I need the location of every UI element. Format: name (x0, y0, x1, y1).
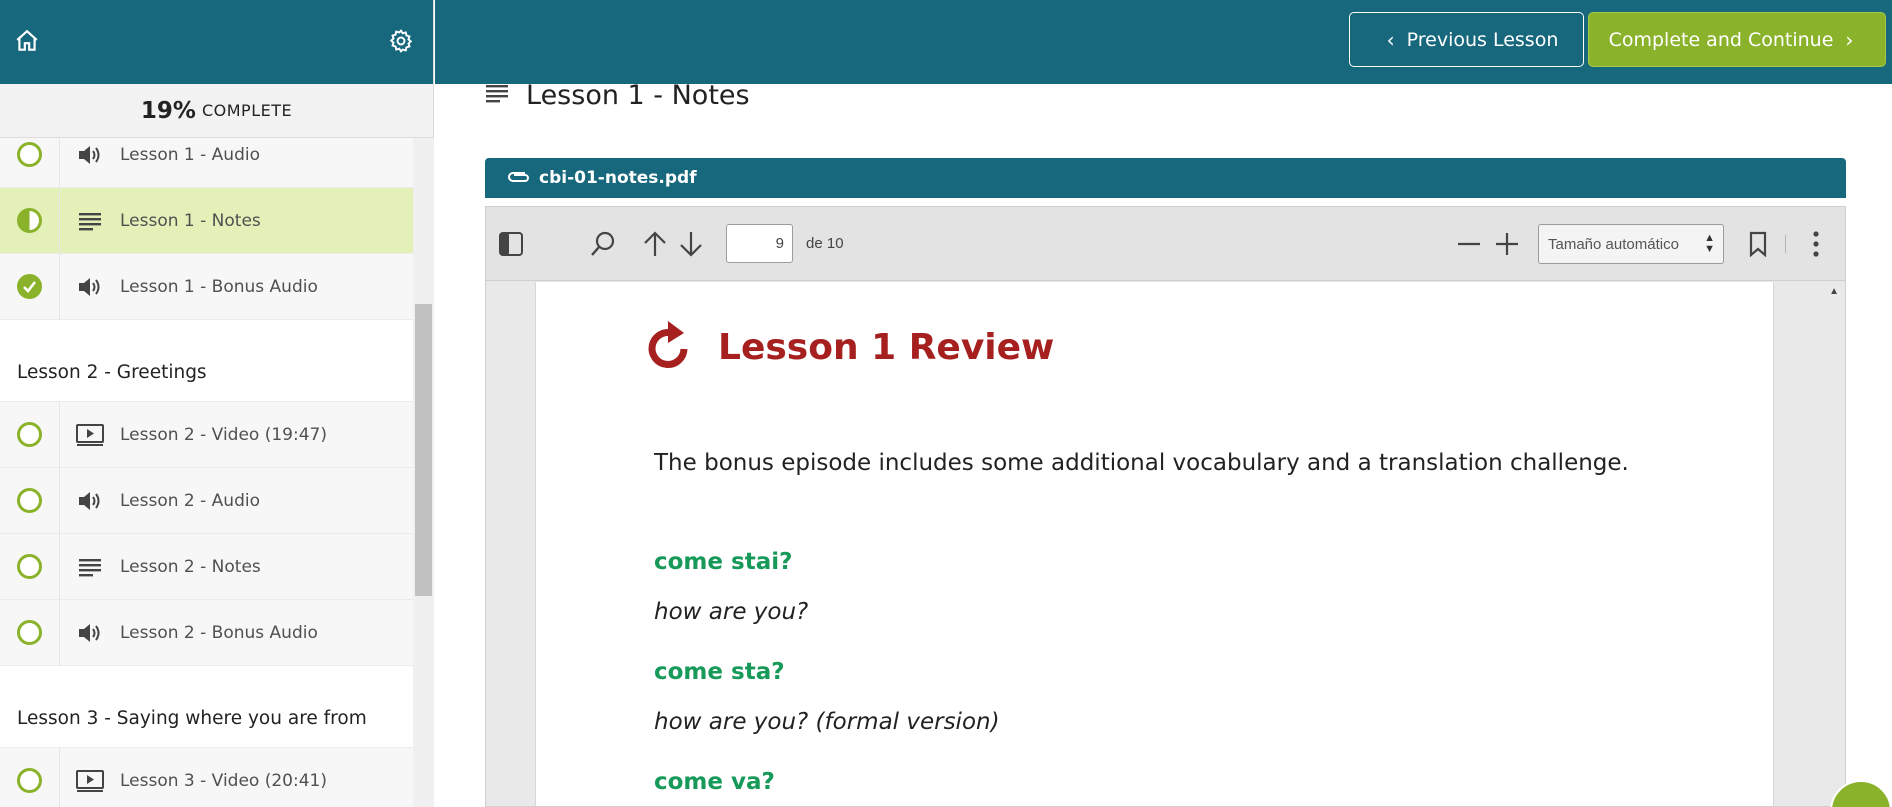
check-icon (17, 274, 42, 299)
section-heading: Lesson 2 - Greetings (0, 320, 413, 402)
more-options-icon[interactable] (1804, 227, 1828, 261)
italian-phrase: come sta? (654, 659, 785, 685)
audio-icon (60, 144, 120, 166)
lecture-title: Lesson 1 - Notes (486, 80, 750, 111)
sidebar-top-bar (0, 0, 433, 84)
bookmark-icon[interactable] (1743, 227, 1773, 261)
lesson-title: Lesson 1 - Notes (120, 210, 261, 231)
notes-icon (60, 211, 120, 231)
pdf-page: Lesson 1 Review The bonus episode includ… (535, 282, 1774, 806)
status-done (0, 253, 60, 320)
lesson-title: Lesson 3 - Video (20:41) (120, 770, 327, 791)
english-translation: how are you? (654, 599, 809, 625)
next-page-icon[interactable] (676, 227, 706, 261)
zoom-in-icon[interactable] (1492, 227, 1522, 261)
video-icon (60, 769, 120, 792)
lesson-title: Lesson 2 - Notes (120, 556, 261, 577)
sidebar-toggle-icon[interactable] (496, 227, 526, 261)
complete-and-continue-label: Complete and Continue (1608, 28, 1834, 51)
progress-label: COMPLETE (201, 101, 293, 120)
audio-icon (60, 490, 120, 512)
previous-lesson-label: Previous Lesson (1406, 28, 1559, 51)
previous-lesson-button[interactable]: ‹ Previous Lesson (1349, 12, 1584, 67)
video-icon (60, 423, 120, 446)
notes-icon (486, 83, 508, 108)
zoom-value: Tamaño automático (1548, 235, 1679, 253)
lesson-title: Lesson 1 - Bonus Audio (120, 276, 318, 297)
select-arrows-icon: ▲ ▼ (1704, 232, 1715, 255)
lesson-title: Lesson 2 - Video (19:47) (120, 424, 327, 445)
zoom-select[interactable]: Tamaño automático ▲ ▼ (1538, 224, 1724, 264)
search-icon[interactable] (586, 227, 620, 261)
lesson-title: Lesson 2 - Audio (120, 490, 261, 511)
attachment-filename[interactable]: cbi-01-notes.pdf (539, 168, 697, 188)
status-half (0, 187, 60, 254)
document-heading: Lesson 1 Review (718, 327, 1055, 368)
lesson-item-active[interactable]: Lesson 1 - Notes (0, 187, 413, 254)
complete-and-continue-button[interactable]: Complete and Continue › (1588, 12, 1886, 67)
previous-page-icon[interactable] (640, 227, 670, 261)
attachment-bar[interactable]: cbi-01-notes.pdf (485, 158, 1846, 198)
pdf-toolbar: de 10 Tamaño automático ▲▼ (486, 207, 1845, 281)
lesson-title: Lesson 1 - Audio (120, 144, 261, 165)
document-area[interactable]: ▲ Lesson 1 Review The bonus episode incl… (486, 282, 1845, 806)
audio-icon (60, 622, 120, 644)
page-count: de 10 (806, 235, 844, 252)
scrollbar-thumb[interactable] (415, 304, 432, 596)
review-heading: Lesson 1 Review (646, 317, 1054, 378)
pdf-viewer: de 10 Tamaño automático ▲▼ ▲ Lesson 1 Re… (485, 206, 1846, 807)
page-title: Lesson 1 - Notes (526, 80, 750, 111)
lesson-list: Lesson 1 - Audio Lesson 1 - Notes Lesson… (0, 138, 413, 807)
progress-summary: 19% COMPLETE (0, 84, 433, 138)
lesson-item[interactable]: Lesson 2 - Notes (0, 533, 413, 600)
italian-phrase: come va? (654, 769, 775, 795)
paperclip-icon (505, 167, 531, 190)
status-empty (0, 467, 60, 534)
lesson-title: Lesson 2 - Bonus Audio (120, 622, 318, 643)
refresh-arrow-icon (646, 317, 694, 378)
lesson-item[interactable]: Lesson 2 - Bonus Audio (0, 599, 413, 666)
status-empty (0, 401, 60, 468)
status-empty (0, 533, 60, 600)
home-icon[interactable] (10, 24, 44, 58)
progress-percent: 19% (140, 97, 196, 124)
lesson-item[interactable]: Lesson 1 - Bonus Audio (0, 253, 413, 320)
zoom-out-icon[interactable] (1454, 227, 1484, 261)
status-empty (0, 747, 60, 807)
audio-icon (60, 276, 120, 298)
status-empty (0, 138, 60, 188)
gear-icon[interactable] (384, 24, 418, 58)
lesson-item[interactable]: Lesson 2 - Video (19:47) (0, 401, 413, 468)
toolbar-divider (1785, 235, 1786, 253)
status-empty (0, 599, 60, 666)
lesson-item[interactable]: Lesson 1 - Audio (0, 138, 413, 188)
page-number-input[interactable] (726, 224, 793, 263)
document-intro: The bonus episode includes some addition… (654, 450, 1629, 476)
chevron-left-icon: ‹ (1386, 27, 1395, 52)
notes-icon (60, 557, 120, 577)
italian-phrase: come stai? (654, 549, 793, 575)
top-header: ‹ Previous Lesson Complete and Continue … (435, 0, 1892, 84)
english-translation: how are you? (formal version) (654, 709, 1000, 735)
scroll-up-arrow-icon[interactable]: ▲ (1829, 286, 1839, 297)
section-heading: Lesson 3 - Saying where you are from (0, 666, 413, 748)
lesson-item[interactable]: Lesson 2 - Audio (0, 467, 413, 534)
chevron-right-icon: › (1845, 27, 1854, 52)
sidebar-scrollbar[interactable] (413, 138, 434, 807)
lesson-item[interactable]: Lesson 3 - Video (20:41) (0, 747, 413, 807)
